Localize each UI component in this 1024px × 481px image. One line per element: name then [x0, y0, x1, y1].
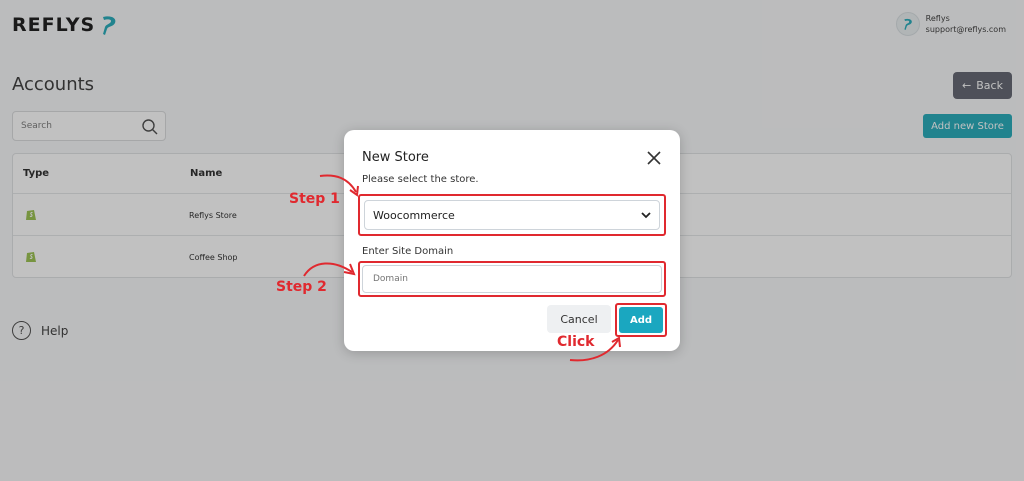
dialog-subtitle: Please select the store. [362, 174, 479, 185]
store-select-value: Woocommerce [373, 208, 455, 222]
arrow-icon [303, 262, 356, 277]
chevron-down-icon [641, 212, 651, 219]
domain-input-highlight [358, 261, 666, 297]
cancel-button[interactable]: Cancel [547, 305, 611, 333]
store-select-highlight: Woocommerce [358, 194, 666, 236]
arrow-icon [319, 174, 359, 197]
dialog-title: New Store [362, 150, 429, 165]
add-button[interactable]: Add [619, 307, 663, 333]
store-select[interactable]: Woocommerce [364, 200, 660, 230]
arrow-icon [569, 336, 621, 362]
domain-input[interactable] [362, 265, 662, 293]
add-button-highlight: Add [615, 303, 667, 337]
close-icon[interactable] [646, 150, 662, 166]
new-store-dialog: New Store Please select the store. Wooco… [344, 130, 680, 351]
domain-label: Enter Site Domain [362, 246, 454, 257]
